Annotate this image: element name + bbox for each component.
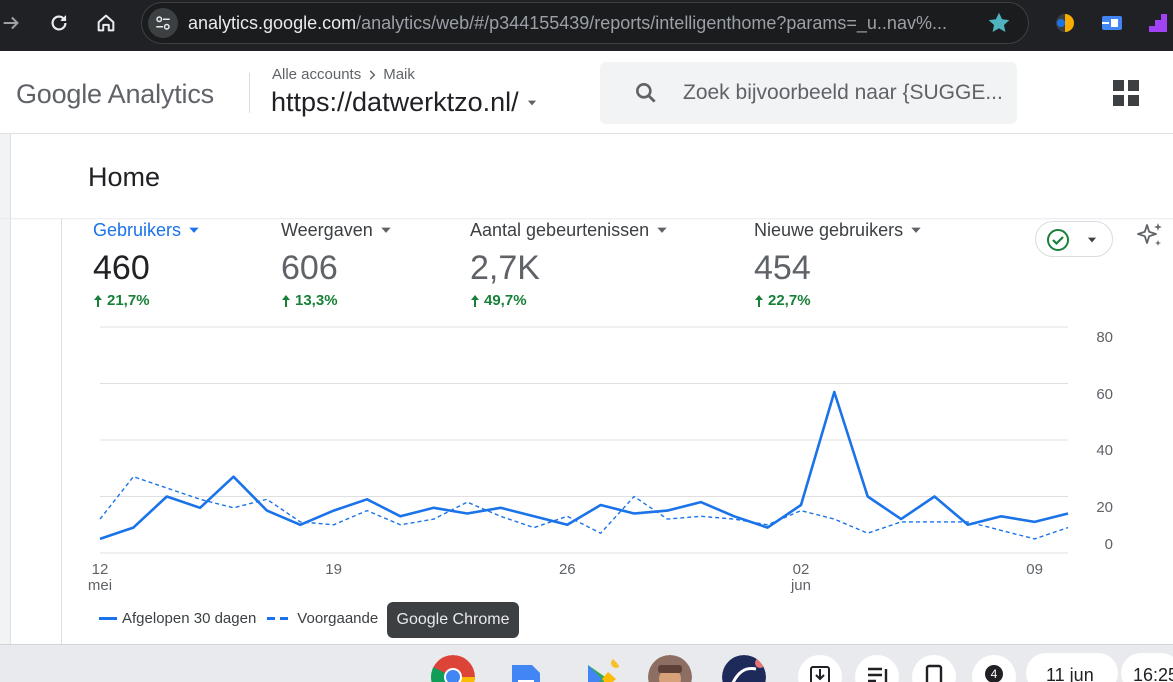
series-line-current	[99, 390, 1069, 541]
x-tick-label: 19	[325, 561, 342, 578]
os-shelf: 4 11 jun 16:25	[0, 644, 1173, 682]
x-tick-month-label: mei	[88, 577, 112, 594]
y-tick-label: 40	[1096, 442, 1113, 459]
line-chart: 0 20 40 60 80 12mei 19 26 02jun 09	[88, 326, 1113, 594]
y-tick-label: 20	[1096, 499, 1113, 516]
media-queue-icon[interactable]	[855, 655, 899, 682]
legend-previous-label: Voorgaande	[297, 610, 379, 627]
legend-current-label: Afgelopen 30 dagen	[122, 610, 257, 627]
x-tick-month-label: jun	[790, 577, 811, 594]
phone-hub-icon[interactable]	[912, 655, 956, 682]
shelf-date: 11 jun	[1046, 665, 1094, 682]
avatar-app-icon[interactable]	[648, 655, 692, 682]
docs-icon[interactable]	[504, 655, 548, 682]
screen: { "browser": { "url_host": "analytics.go…	[0, 0, 1173, 682]
legend-dashed-swatch	[267, 617, 290, 620]
y-tick-label: 0	[1105, 536, 1113, 553]
y-tick-label: 80	[1096, 329, 1113, 346]
downloads-icon[interactable]	[798, 655, 842, 682]
chart-legend: Afgelopen 30 dagen Voorgaande	[99, 610, 378, 627]
series-line-previous	[99, 476, 1069, 540]
shelf-time: 16:25	[1133, 665, 1173, 682]
chrome-icon[interactable]	[431, 655, 475, 682]
app-icon[interactable]	[722, 655, 766, 682]
notification-badge[interactable]: 4	[972, 655, 1016, 682]
x-tick-label: 26	[559, 561, 576, 578]
tooltip: Google Chrome	[387, 602, 519, 638]
play-store-icon[interactable]	[578, 655, 622, 682]
x-tick-label: 12	[92, 561, 109, 578]
x-tick-label: 09	[1026, 561, 1043, 578]
x-tick-label: 02	[793, 561, 810, 578]
legend-solid-swatch	[99, 617, 117, 620]
y-tick-label: 60	[1096, 386, 1113, 403]
notification-count: 4	[985, 665, 1003, 682]
